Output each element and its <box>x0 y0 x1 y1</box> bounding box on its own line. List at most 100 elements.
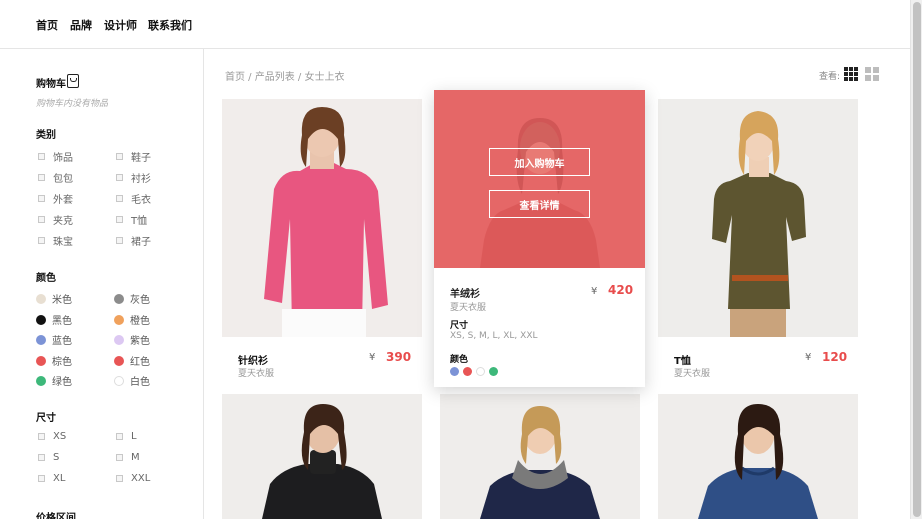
color-option[interactable]: 黑色 <box>36 312 72 327</box>
color-swatch <box>36 334 46 345</box>
product-subtitle: 夏天衣服 <box>450 303 487 313</box>
color-option[interactable]: 紫色 <box>114 332 150 347</box>
view-label: 查看: <box>819 72 841 82</box>
checkbox-box[interactable] <box>116 433 123 440</box>
color-swatch[interactable] <box>489 367 498 376</box>
color-option[interactable]: 红色 <box>114 353 150 368</box>
size-checkbox[interactable]: XL <box>38 473 65 484</box>
nav-contact[interactable]: 联系我们 <box>148 17 192 33</box>
checkbox-box[interactable] <box>38 433 45 440</box>
category-checkbox[interactable]: T恤 <box>116 212 147 227</box>
checkbox-box[interactable] <box>38 216 45 223</box>
product-image[interactable] <box>222 394 422 519</box>
size-checkbox[interactable]: L <box>116 431 137 442</box>
checkbox-box[interactable] <box>38 454 45 461</box>
color-option[interactable]: 绿色 <box>36 373 72 388</box>
category-checkbox[interactable]: 夹克 <box>38 212 73 227</box>
breadcrumb-current: 女士上衣 <box>304 72 345 83</box>
product-price: 390 <box>386 350 412 364</box>
category-checkbox[interactable]: 饰品 <box>38 149 73 164</box>
nav-designers[interactable]: 设计师 <box>104 17 137 33</box>
size-checkbox[interactable]: S <box>38 452 59 463</box>
category-checkbox[interactable]: 外套 <box>38 191 73 206</box>
product-image[interactable] <box>222 99 422 337</box>
color-swatch[interactable] <box>476 367 485 376</box>
product-subtitle: 夏天衣服 <box>238 369 275 379</box>
checkbox-box[interactable] <box>116 174 123 181</box>
checkbox-box[interactable] <box>116 216 123 223</box>
color-option[interactable]: 灰色 <box>114 291 150 306</box>
add-to-cart-button[interactable]: 加入购物车 <box>489 148 590 176</box>
color-swatch <box>36 293 46 304</box>
color-option[interactable]: 橙色 <box>114 312 150 327</box>
nav-brands[interactable]: 品牌 <box>70 17 92 33</box>
checkbox-box[interactable] <box>38 153 45 160</box>
size-checkbox[interactable]: XS <box>38 431 66 442</box>
price-range-title: 价格区间 <box>36 513 76 519</box>
color-swatch[interactable] <box>450 367 459 376</box>
color-swatch <box>114 293 124 304</box>
product-card[interactable]: T恤 夏天衣服 ¥ 120 <box>658 99 858 389</box>
breadcrumb-product-list[interactable]: 产品列表 <box>255 72 295 83</box>
grid-large-icon[interactable] <box>865 67 879 81</box>
product-price: 420 <box>608 283 634 297</box>
color-title: 颜色 <box>36 273 56 284</box>
category-checkbox[interactable]: 衬衫 <box>116 170 151 185</box>
product-card[interactable]: 针织衫 夏天衣服 ¥ 390 <box>222 99 422 389</box>
currency-symbol: ¥ <box>805 352 812 363</box>
color-option[interactable]: 白色 <box>114 373 150 388</box>
color-swatch <box>114 334 124 345</box>
nav-home[interactable]: 首页 <box>36 17 58 33</box>
product-image[interactable] <box>440 394 640 519</box>
product-card-active[interactable]: 加入购物车 查看详情 羊绒衫 夏天衣服 ¥ 420 尺寸 XS, S, M, L… <box>434 90 645 387</box>
size-checkbox[interactable]: XXL <box>116 473 150 484</box>
product-card[interactable] <box>658 394 858 519</box>
category-title: 类别 <box>36 130 56 141</box>
checkbox-box[interactable] <box>116 153 123 160</box>
breadcrumb: 首页 / 产品列表 / 女士上衣 <box>225 72 345 83</box>
color-swatch[interactable] <box>463 367 472 376</box>
size-label: 尺寸 <box>450 321 469 331</box>
product-image[interactable] <box>658 99 858 337</box>
shopping-bag-icon[interactable] <box>67 74 79 88</box>
category-checkbox[interactable]: 裙子 <box>116 233 151 248</box>
filter-sidebar <box>0 49 204 519</box>
currency-symbol: ¥ <box>369 352 376 363</box>
checkbox-box[interactable] <box>116 237 123 244</box>
color-swatch <box>114 314 124 325</box>
product-card[interactable] <box>440 394 640 519</box>
currency-symbol: ¥ <box>591 286 598 297</box>
product-price: 120 <box>822 350 848 364</box>
scrollbar-thumb[interactable] <box>913 2 921 517</box>
color-label: 颜色 <box>450 355 469 365</box>
checkbox-box[interactable] <box>116 195 123 202</box>
checkbox-box[interactable] <box>116 454 123 461</box>
color-option[interactable]: 蓝色 <box>36 332 72 347</box>
checkbox-box[interactable] <box>38 195 45 202</box>
category-checkbox[interactable]: 包包 <box>38 170 73 185</box>
vertical-scrollbar[interactable] <box>910 0 922 519</box>
color-swatch <box>36 375 46 386</box>
grid-small-icon[interactable] <box>844 67 858 81</box>
product-name[interactable]: 针织衫 <box>238 352 268 367</box>
product-name[interactable]: 羊绒衫 <box>450 285 480 300</box>
product-image[interactable] <box>658 394 858 519</box>
color-option[interactable]: 米色 <box>36 291 72 306</box>
category-checkbox[interactable]: 珠宝 <box>38 233 73 248</box>
checkbox-box[interactable] <box>38 475 45 482</box>
color-swatch <box>114 355 124 366</box>
size-checkbox[interactable]: M <box>116 452 140 463</box>
product-image[interactable] <box>434 90 645 268</box>
view-details-button[interactable]: 查看详情 <box>489 190 590 218</box>
top-navigation: 首页 品牌 设计师 联系我们 <box>0 0 910 49</box>
product-subtitle: 夏天衣服 <box>674 369 711 379</box>
breadcrumb-home[interactable]: 首页 <box>225 72 245 83</box>
category-checkbox[interactable]: 毛衣 <box>116 191 151 206</box>
category-checkbox[interactable]: 鞋子 <box>116 149 151 164</box>
color-option[interactable]: 棕色 <box>36 353 72 368</box>
checkbox-box[interactable] <box>38 174 45 181</box>
checkbox-box[interactable] <box>116 475 123 482</box>
checkbox-box[interactable] <box>38 237 45 244</box>
product-name[interactable]: T恤 <box>674 352 691 367</box>
product-card[interactable] <box>222 394 422 519</box>
